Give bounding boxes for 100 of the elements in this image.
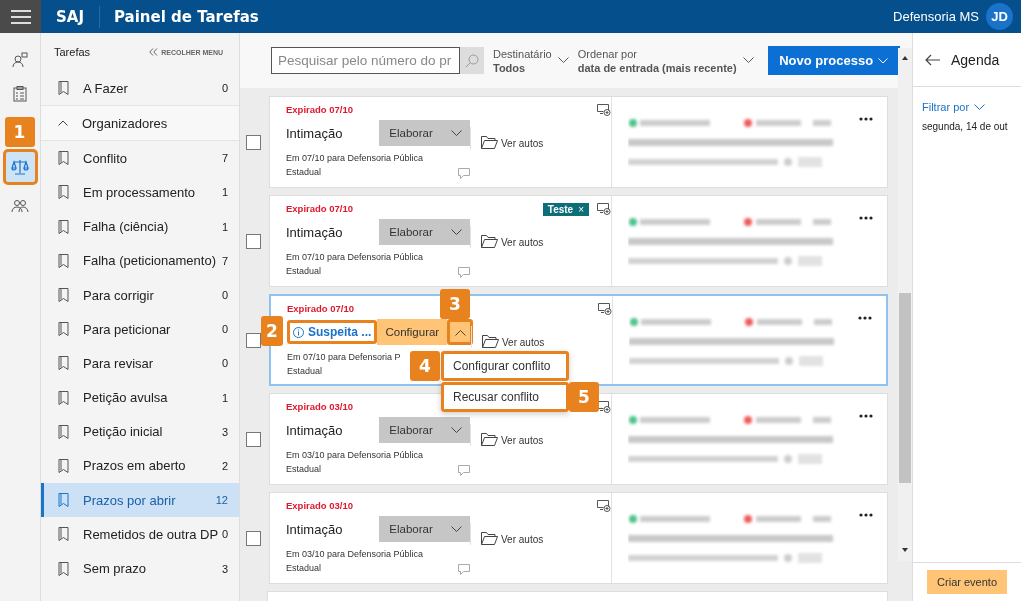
chevron-down-icon [742, 57, 754, 64]
bookmark-icon [58, 185, 69, 200]
deadline-label: Expirado 03/10 [286, 500, 354, 512]
sidebar-item[interactable]: Para peticionar 0 [41, 312, 239, 347]
draft-button[interactable]: Elaborar [379, 417, 443, 443]
app-title: Painel de Tarefas [114, 7, 259, 26]
monitor-add-icon[interactable] [597, 104, 611, 116]
view-files-link[interactable]: Ver autos [470, 127, 611, 149]
comment-icon[interactable] [458, 465, 470, 476]
deadline-label: Expirado 07/10 [286, 104, 354, 116]
draft-button[interactable]: Elaborar [379, 219, 443, 245]
chevron-down-icon [451, 525, 462, 533]
comment-icon[interactable] [458, 168, 470, 179]
dropdown-toggle[interactable] [443, 219, 470, 245]
monitor-add-icon[interactable] [597, 401, 611, 413]
create-event-button[interactable]: Criar evento [927, 570, 1007, 594]
sidebar-group-header[interactable]: Organizadores [41, 105, 239, 142]
view-files-link[interactable]: Ver autos [470, 226, 611, 248]
bookmark-icon [58, 493, 69, 508]
sidebar-item[interactable]: Prazos por abrir 12 [41, 483, 239, 518]
sidebar-title: Tarefas [54, 46, 91, 58]
chevron-down-icon [451, 228, 462, 236]
callout-badge: 1 [4, 117, 35, 147]
task-card[interactable]: Expirado 07/10 Intimação Elaborar Em 07/10 para Defensoria Pública Estadual Ver autos [269, 96, 888, 188]
filter-dropdown[interactable]: Ordenar por data de entrada (mais recente) [577, 46, 754, 75]
task-note: Em 07/10 para Defensoria Pública Estadual [286, 152, 424, 179]
chevron-icon [58, 120, 68, 127]
search-field[interactable]: Pesquisar pelo número do pr [271, 47, 460, 74]
monitor-add-icon[interactable] [597, 203, 611, 215]
dropdown-toggle[interactable] [443, 516, 470, 542]
draft-button[interactable]: Elaborar [379, 516, 443, 542]
menu-icon [10, 9, 31, 24]
callout-badge: 5 [569, 382, 599, 412]
sidebar-item[interactable]: Falha (ciência) 1 [41, 209, 239, 244]
folder-icon [481, 235, 498, 248]
dropdown-toggle[interactable] [443, 120, 470, 146]
filter-dropdown[interactable]: Destinatário Todos [493, 46, 569, 75]
deadline-label: Expirado 07/10 [286, 203, 354, 215]
dropdown-toggle[interactable] [443, 417, 470, 443]
task-note: Em 03/10 para Defensoria Pública Estadual [286, 449, 424, 476]
more-icon[interactable] [859, 216, 873, 220]
task-card[interactable]: Expirado 03/10 Intimação Elaborar Em 03/10 para Defensoria Pública Estadual Ver autos [269, 492, 888, 584]
monitor-add-icon[interactable] [598, 303, 612, 315]
chevron-down-icon [451, 426, 462, 434]
chevron-up-icon [454, 328, 466, 336]
sidebar-item[interactable]: Petição inicial 3 [41, 414, 239, 449]
task-type: Intimação [286, 125, 343, 141]
more-icon[interactable] [859, 117, 873, 121]
dropdown-toggle[interactable] [450, 322, 471, 342]
remove-tag-button[interactable]: × [578, 203, 584, 215]
callout-badge: 3 [440, 289, 470, 319]
folder-icon [481, 433, 498, 446]
filter-link[interactable]: Filtrar por [922, 101, 1012, 113]
task-checkbox[interactable] [246, 332, 261, 348]
info-icon [293, 326, 304, 338]
user-avatar[interactable]: JD [986, 3, 1013, 30]
callout-badge: 4 [410, 351, 440, 381]
sidebar-item[interactable]: Sem prazo 3 [41, 551, 239, 586]
sidebar-item[interactable]: Para corrigir 0 [41, 277, 239, 313]
sidebar-item[interactable]: Conflito 7 [41, 141, 239, 176]
new-process-button[interactable]: Novo processo [767, 46, 900, 75]
task-note: Em 07/10 para Defensoria Pública Estadual [286, 251, 424, 278]
more-icon[interactable] [858, 316, 872, 320]
person-icon [12, 52, 28, 68]
more-icon[interactable] [859, 414, 873, 418]
more-icon[interactable] [859, 513, 873, 517]
back-arrow-icon[interactable] [925, 53, 941, 66]
bookmark-icon [58, 458, 69, 473]
task-checkbox[interactable] [246, 233, 261, 249]
bookmark-icon [58, 219, 69, 234]
chevron-down-icon [974, 103, 986, 111]
task-checkbox[interactable] [246, 134, 261, 150]
comment-icon[interactable] [458, 564, 470, 575]
sidebar-item[interactable]: Em processamento 1 [41, 175, 239, 210]
sidebar-item[interactable]: A Fazer 0 [41, 71, 239, 106]
tag: Teste × [542, 202, 589, 216]
bookmark-icon [58, 390, 69, 405]
folder-icon [482, 335, 499, 348]
menu-button[interactable] [0, 0, 41, 33]
monitor-add-icon[interactable] [597, 500, 611, 512]
chevron-down-icon [878, 57, 889, 64]
comment-icon[interactable] [458, 267, 470, 278]
rail-button[interactable] [2, 149, 38, 185]
agenda-title: Agenda [951, 51, 1000, 68]
task-checkbox[interactable] [246, 530, 261, 546]
bookmark-icon [58, 288, 69, 303]
task-card[interactable]: Expirado 07/10 Intimação Elaborar Em 07/10 para Defensoria Pública Estadual Teste × Ver autos [269, 195, 888, 287]
task-type: Intimação [286, 422, 343, 438]
view-files-link[interactable]: Ver autos [471, 326, 612, 348]
task-checkbox[interactable] [246, 431, 261, 447]
sidebar-item[interactable]: Falha (peticionamento) 7 [41, 243, 239, 278]
sidebar-item[interactable]: Para revisar 0 [41, 346, 239, 381]
configure-button[interactable]: Configurar [377, 319, 448, 345]
draft-button[interactable]: Elaborar [379, 120, 443, 146]
sidebar-item[interactable]: Remetidos de outra DP 0 [41, 517, 239, 552]
view-files-link[interactable]: Ver autos [470, 424, 611, 446]
sidebar-item[interactable]: Petição avulsa 1 [41, 380, 239, 415]
folder-icon [481, 136, 498, 149]
view-files-link[interactable]: Ver autos [470, 523, 611, 545]
sidebar-item[interactable]: Prazos em aberto 2 [41, 448, 239, 484]
